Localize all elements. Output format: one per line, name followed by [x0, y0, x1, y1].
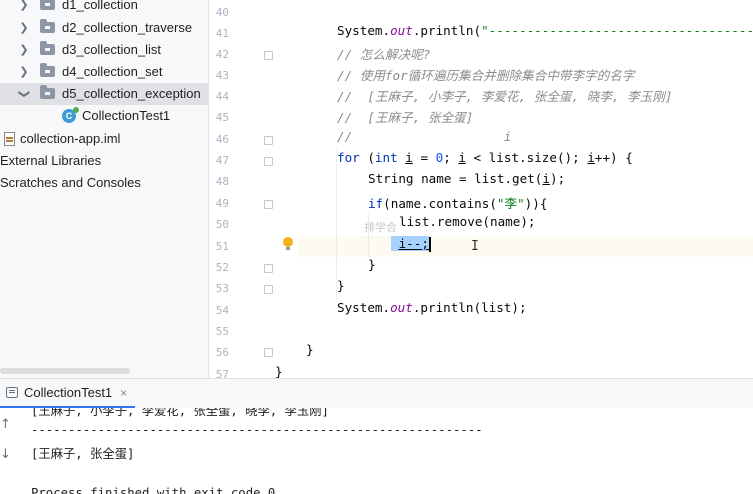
folder-icon — [40, 19, 55, 33]
ghost-hint-text: 排学合 — [364, 222, 397, 234]
code-line-51: i--; — [391, 236, 431, 252]
chevron-right-icon[interactable]: ❯ — [18, 17, 30, 39]
code-line-52: } — [368, 257, 376, 272]
run-config-icon — [6, 387, 18, 398]
fold-marker-icon[interactable] — [264, 348, 273, 357]
tree-item-d4-collection-set[interactable]: ❯ d4_collection_set — [0, 61, 208, 83]
code-line-44: // [王麻子, 小李子, 李爱花, 张全蛋, 晓李, 李玉刚] — [337, 89, 673, 104]
up-arrow-icon[interactable]: ↑ — [0, 417, 11, 432]
tree-item-label: External Libraries — [0, 153, 102, 168]
code-editor[interactable]: 40 41 42 43 44 45 46 47 48 49 50 51 52 5… — [209, 0, 753, 378]
tab-label: CollectionTest1 — [24, 385, 113, 400]
fold-marker-icon[interactable] — [264, 136, 273, 145]
line-number: 52 — [215, 261, 229, 274]
code-line-43: // 使用for循环遍历集合并删除集合中带李字的名字 — [337, 68, 635, 83]
line-number: 44 — [215, 90, 229, 103]
console-line: [王麻子, 小李子, 李爱花, 张全蛋, 晓李, 李玉刚] — [31, 408, 329, 418]
fold-marker-icon[interactable] — [264, 51, 273, 60]
fold-marker-icon[interactable] — [264, 264, 273, 273]
tree-item-collection-app-iml[interactable]: collection-app.iml — [0, 128, 208, 150]
console-output[interactable]: ↑ ↓ [王麻子, 小李子, 李爱花, 张全蛋, 晓李, 李玉刚] ------… — [0, 408, 753, 494]
java-class-icon: C — [62, 107, 79, 123]
down-arrow-icon[interactable]: ↓ — [0, 447, 11, 462]
code-line-53: } — [337, 278, 345, 293]
code-line-41: System.out.println("--------------------… — [337, 23, 753, 38]
console-line: [王麻子, 张全蛋] — [31, 447, 135, 461]
selected-text: i--; — [391, 236, 429, 251]
tree-item-d1-collection[interactable]: ❯ d1_collection — [0, 0, 208, 16]
text-caret — [428, 237, 431, 252]
tree-item-d5-collection-exception[interactable]: ❯ d5_collection_exception — [0, 83, 208, 105]
line-number: 47 — [215, 154, 229, 167]
line-number: 42 — [215, 48, 229, 61]
fold-marker-icon[interactable] — [264, 157, 273, 166]
folder-icon — [40, 63, 55, 77]
chevron-right-icon[interactable]: ❯ — [18, 0, 30, 16]
console-line: Process finished with exit code 0 — [31, 486, 276, 494]
code-line-56: } — [306, 342, 314, 357]
line-number: 41 — [215, 27, 229, 40]
line-number: 50 — [215, 218, 229, 231]
line-number: 54 — [215, 304, 229, 317]
tree-item-external-libraries[interactable]: External Libraries — [0, 150, 208, 172]
tree-item-d2-collection-traverse[interactable]: ❯ d2_collection_traverse — [0, 17, 208, 39]
tree-item-label: collection-app.iml — [20, 131, 121, 146]
folder-icon — [40, 0, 55, 10]
code-line-48: String name = list.get(i); — [368, 171, 566, 186]
code-line-47: for (int i = 0; i < list.size(); i++) { — [337, 150, 633, 165]
line-number: 49 — [215, 197, 229, 210]
line-number: 46 — [215, 133, 229, 146]
code-line-42: // 怎么解决呢? — [337, 47, 431, 62]
line-number: 48 — [215, 175, 229, 188]
code-line-50: list.remove(name); — [399, 214, 536, 229]
code-line-49: if(name.contains("李")){ — [368, 196, 548, 211]
folder-icon — [40, 85, 55, 99]
console-line: ----------------------------------------… — [31, 423, 483, 437]
line-number: 55 — [215, 325, 229, 338]
tree-item-label: d5_collection_exception — [62, 86, 201, 101]
module-file-icon — [4, 132, 15, 146]
horizontal-scrollbar[interactable] — [0, 368, 130, 374]
tree-item-label: d4_collection_set — [62, 64, 163, 79]
close-icon[interactable]: × — [120, 386, 127, 400]
tree-item-label: d2_collection_traverse — [62, 20, 193, 35]
chevron-down-icon[interactable]: ❯ — [13, 88, 35, 100]
lightbulb-icon[interactable] — [283, 237, 293, 250]
line-number: 56 — [215, 346, 229, 359]
tab-collectiontest1[interactable]: CollectionTest1 × — [0, 379, 136, 408]
ibeam-cursor-icon: I — [471, 239, 479, 254]
tree-item-collectiontest1[interactable]: C CollectionTest1 — [0, 105, 208, 127]
fold-marker-icon[interactable] — [264, 285, 273, 294]
line-number: 51 — [215, 240, 229, 253]
tree-item-label: Scratches and Consoles — [0, 175, 141, 190]
project-tool-window: ❯ d1_collection ❯ d2_collection_traverse… — [0, 0, 209, 378]
tree-item-d3-collection-list[interactable]: ❯ d3_collection_list — [0, 39, 208, 61]
code-line-57: } — [275, 364, 283, 378]
chevron-right-icon[interactable]: ❯ — [18, 61, 30, 83]
code-line-46: // i — [337, 129, 512, 144]
line-number: 40 — [215, 6, 229, 19]
line-number: 57 — [215, 368, 229, 378]
chevron-right-icon[interactable]: ❯ — [18, 39, 30, 61]
tree-item-label: CollectionTest1 — [82, 108, 171, 123]
tree-item-scratches-and-consoles[interactable]: Scratches and Consoles — [0, 172, 208, 194]
tree-item-label: d1_collection — [62, 0, 138, 12]
line-number: 45 — [215, 111, 229, 124]
fold-marker-icon[interactable] — [264, 200, 273, 209]
line-number: 43 — [215, 69, 229, 82]
code-line-54: System.out.println(list); — [337, 300, 527, 315]
editor-gutter: 40 41 42 43 44 45 46 47 48 49 50 51 52 5… — [209, 0, 297, 378]
line-number: 53 — [215, 282, 229, 295]
code-line-45: // [王麻子, 张全蛋] — [337, 110, 474, 125]
folder-icon — [40, 41, 55, 55]
tree-item-label: d3_collection_list — [62, 42, 162, 57]
run-tool-window-tabbar: CollectionTest1 × — [0, 378, 753, 408]
